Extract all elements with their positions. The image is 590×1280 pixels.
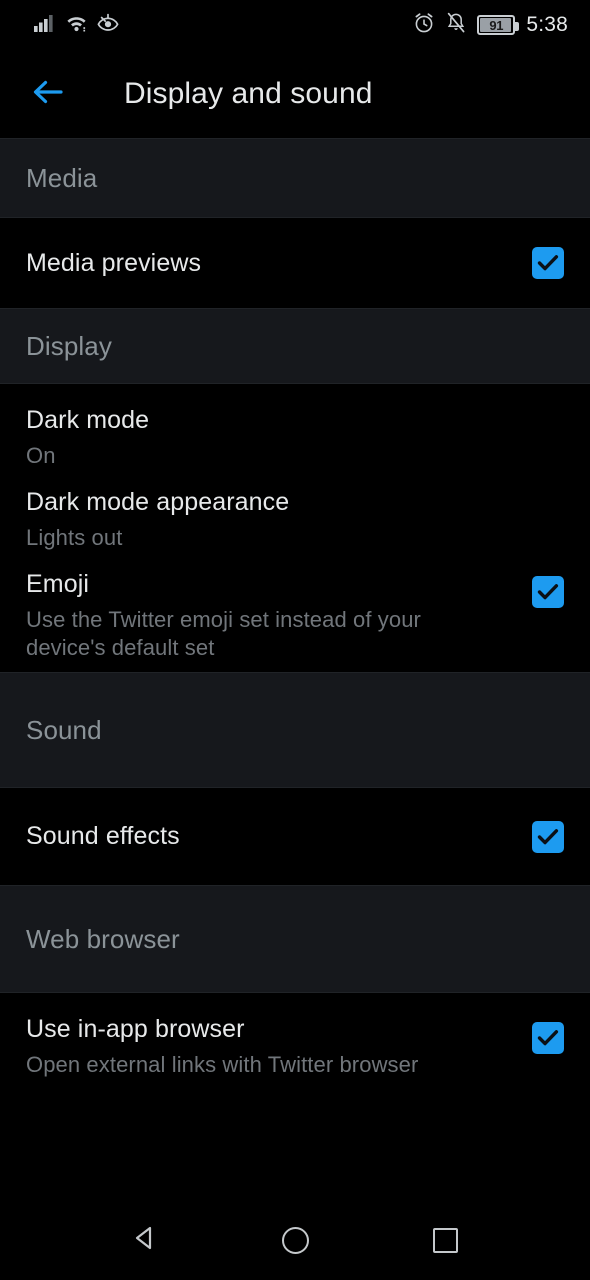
page-title: Display and sound (124, 77, 373, 110)
setting-row-sound-effects[interactable]: Sound effects (0, 788, 590, 885)
section-header-web-browser: Web browser (0, 885, 590, 993)
setting-title: Use in-app browser (26, 1015, 245, 1043)
section-header-display: Display (0, 308, 590, 384)
checkbox-sound-effects[interactable] (532, 820, 564, 853)
check-icon (537, 255, 559, 271)
check-icon (537, 1030, 559, 1046)
android-navigation-bar (0, 1200, 590, 1280)
signal-bars-icon (34, 14, 56, 37)
setting-title: Media previews (26, 248, 202, 277)
phone-screen: 91 5:38 Display and sound Media Media pr… (0, 0, 590, 1280)
checkbox-use-in-app-browser[interactable] (532, 1022, 564, 1054)
nav-recents-square-icon (432, 1227, 458, 1253)
check-icon (537, 584, 559, 600)
section-header-media: Media (0, 138, 590, 218)
section-header-label: Sound (26, 715, 102, 745)
check-icon (537, 828, 559, 844)
status-bar-left-icons (34, 13, 119, 37)
alarm-clock-icon (413, 12, 435, 39)
row-text-block: Media previews (26, 249, 510, 278)
row-text-block: Emoji Use the Twitter emoji set instead … (26, 570, 510, 663)
section-header-label: Display (26, 330, 112, 361)
setting-row-dark-mode[interactable]: Dark mode On (0, 384, 590, 468)
setting-row-use-in-app-browser[interactable]: Use in-app browser Open external links w… (0, 993, 590, 1093)
nav-home-circle-icon (281, 1226, 309, 1254)
app-bar: Display and sound (0, 50, 590, 138)
setting-row-media-previews[interactable]: Media previews (0, 218, 590, 308)
eye-comfort-icon (97, 13, 119, 37)
nav-back-triangle-icon (130, 1223, 160, 1258)
nav-back-button[interactable] (113, 1212, 177, 1268)
back-button[interactable] (26, 71, 72, 117)
list-filler (0, 1093, 590, 1200)
section-header-label: Web browser (26, 924, 180, 954)
nav-recents-button[interactable] (413, 1212, 477, 1268)
status-bar-right-icons: 91 5:38 (413, 12, 568, 39)
row-text-block: Sound effects (26, 822, 510, 851)
status-bar: 91 5:38 (0, 0, 590, 50)
setting-title: Dark mode appearance (26, 488, 290, 516)
setting-subtitle: Lights out (26, 524, 123, 550)
wifi-icon (65, 13, 88, 37)
setting-title: Sound effects (26, 822, 180, 851)
settings-list: Media Media previews Display Dark mode O… (0, 138, 590, 1200)
setting-row-emoji[interactable]: Emoji Use the Twitter emoji set instead … (0, 550, 590, 672)
section-header-label: Media (26, 162, 98, 193)
checkbox-media-previews[interactable] (532, 247, 564, 279)
checkbox-emoji[interactable] (532, 576, 564, 608)
section-header-sound: Sound (0, 672, 590, 788)
setting-subtitle: Use the Twitter emoji set instead of you… (26, 606, 421, 661)
notifications-muted-icon (446, 12, 466, 39)
setting-row-dark-mode-appearance[interactable]: Dark mode appearance Lights out (0, 466, 590, 550)
battery-indicator: 91 (477, 15, 520, 35)
row-text-block: Dark mode On (26, 406, 564, 470)
row-text-block: Dark mode appearance Lights out (26, 488, 564, 552)
setting-title: Dark mode (26, 406, 150, 434)
row-text-block: Use in-app browser Open external links w… (26, 1015, 510, 1079)
battery-percent-label: 91 (489, 17, 504, 33)
setting-title: Emoji (26, 570, 90, 598)
setting-subtitle: Open external links with Twitter browser (26, 1051, 419, 1077)
clock-label: 5:38 (526, 13, 568, 36)
back-arrow-icon (32, 78, 66, 111)
nav-home-button[interactable] (263, 1212, 327, 1268)
